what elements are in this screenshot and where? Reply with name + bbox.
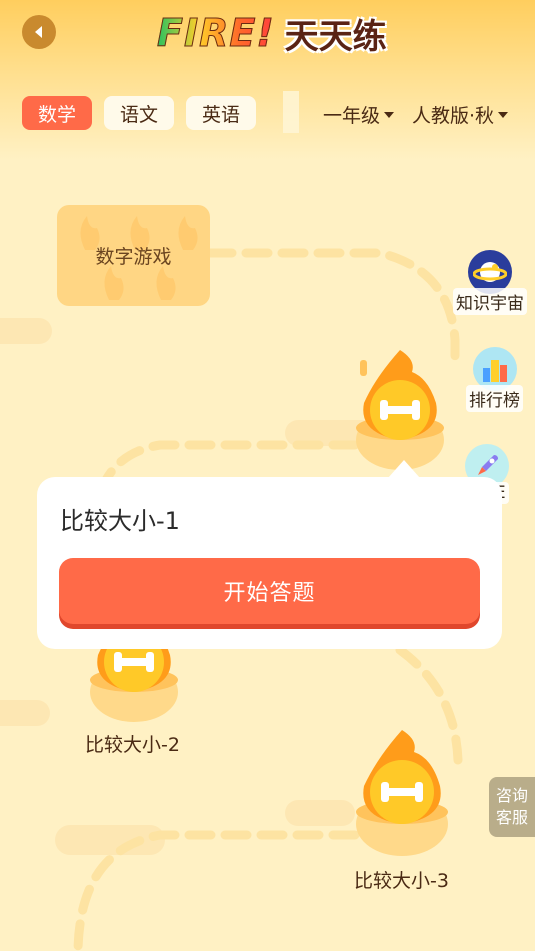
leaderboard-button[interactable]: 排行榜 <box>466 347 523 412</box>
consult-line2: 客服 <box>495 808 528 827</box>
consult-line1: 咨询 <box>495 786 528 805</box>
number-game-card[interactable]: 数字游戏 <box>57 205 210 306</box>
popup-pointer <box>388 460 420 478</box>
level-popup: 比较大小-1 开始答题 <box>37 477 502 649</box>
start-quiz-button[interactable]: 开始答题 <box>59 558 480 624</box>
knowledge-universe-button[interactable]: 知识宇宙 <box>453 250 527 315</box>
game-card-label: 数字游戏 <box>95 246 172 268</box>
leaderboard-label: 排行榜 <box>466 385 523 412</box>
popup-title: 比较大小-1 <box>60 507 180 535</box>
knowledge-universe-label: 知识宇宙 <box>453 288 527 315</box>
learning-path <box>73 248 463 951</box>
level-node-2-label: 比较大小-2 <box>85 734 180 756</box>
level-node-3[interactable] <box>352 728 452 858</box>
customer-service-button[interactable]: 咨询 客服 <box>489 777 535 837</box>
level-node-current[interactable] <box>350 348 450 473</box>
level-node-3-label: 比较大小-3 <box>354 870 449 892</box>
